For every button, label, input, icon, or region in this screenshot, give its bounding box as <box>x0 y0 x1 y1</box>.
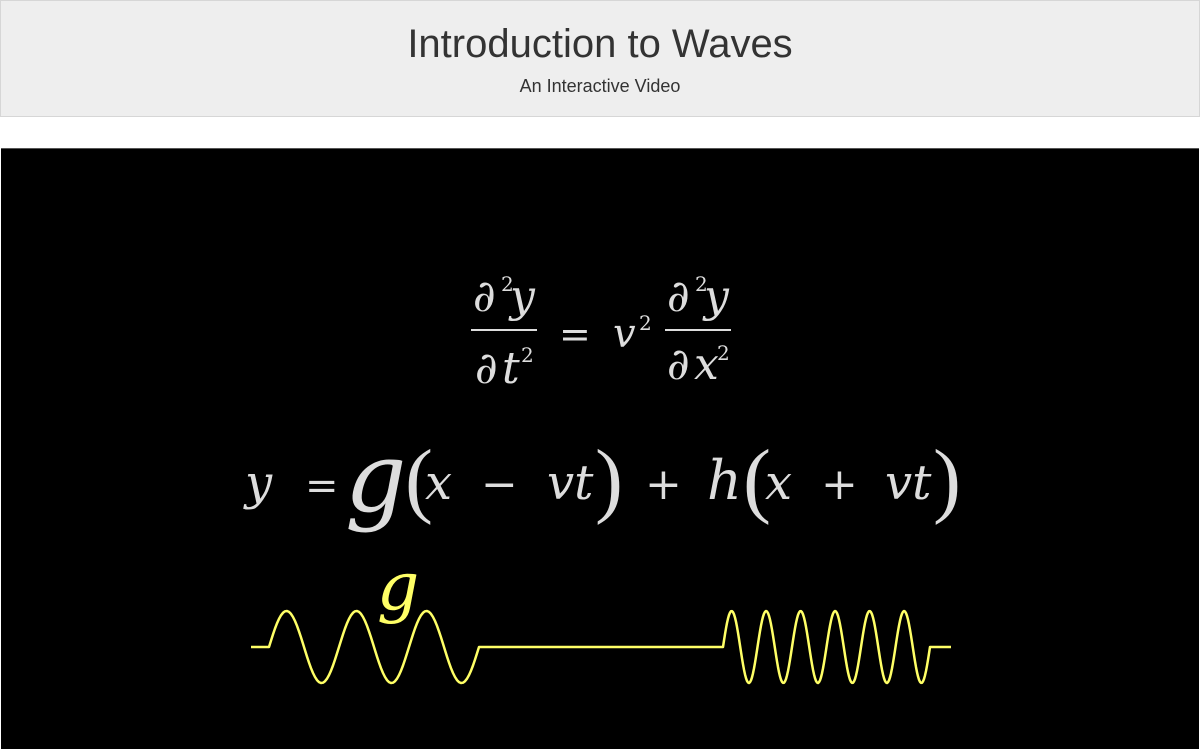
video-player[interactable]: ∂ 2 y ∂ t 2 = v 2 ∂ 2 y ∂ x 2 y = g (x … <box>1 148 1199 749</box>
sol-h: h <box>707 449 742 512</box>
eq-y-1: y <box>508 271 536 322</box>
eq-x: x <box>694 339 719 390</box>
eq-partial-4: ∂ <box>667 339 690 390</box>
eq-partial-3: ∂ <box>667 271 690 322</box>
sol-x-1: x <box>425 455 452 511</box>
page-header: Introduction to Waves An Interactive Vid… <box>0 0 1200 117</box>
sol-minus: − <box>481 459 518 510</box>
eq-y-2: y <box>702 271 730 322</box>
page-title: Introduction to Waves <box>407 22 793 66</box>
eq-exp-5: 2 <box>717 341 730 365</box>
sol-equals: = <box>305 463 339 509</box>
page: Introduction to Waves An Interactive Vid… <box>0 0 1200 750</box>
wave-line <box>251 609 951 685</box>
sol-close-paren-1: ) <box>595 433 623 526</box>
sol-close-paren-2: ) <box>933 433 961 526</box>
eq-t: t <box>502 343 520 394</box>
general-solution: y = g ( x − vt ) + h ( x + vt ) <box>243 422 961 534</box>
sol-x-2: x <box>765 455 792 511</box>
eq-exp-3: 2 <box>639 311 652 335</box>
video-frame: ∂ 2 y ∂ t 2 = v 2 ∂ 2 y ∂ x 2 y = g (x … <box>243 271 961 685</box>
sol-y: y <box>243 455 273 511</box>
page-subtitle: An Interactive Video <box>519 76 681 96</box>
sol-vt-1: vt <box>547 455 594 511</box>
eq-partial-1: ∂ <box>473 271 496 322</box>
sol-plus-1: + <box>645 459 682 510</box>
sol-vt-2: vt <box>885 455 932 511</box>
sol-g: g <box>345 422 406 534</box>
sol-plus-2: + <box>821 459 858 510</box>
wave-equation: ∂ 2 y ∂ t 2 = v 2 ∂ 2 y ∂ x 2 <box>471 271 731 394</box>
eq-equals: = <box>559 312 591 356</box>
eq-partial-2: ∂ <box>475 343 498 394</box>
wave-label-g: g <box>377 548 419 625</box>
eq-v: v <box>613 311 636 357</box>
eq-exp-2: 2 <box>521 343 534 367</box>
